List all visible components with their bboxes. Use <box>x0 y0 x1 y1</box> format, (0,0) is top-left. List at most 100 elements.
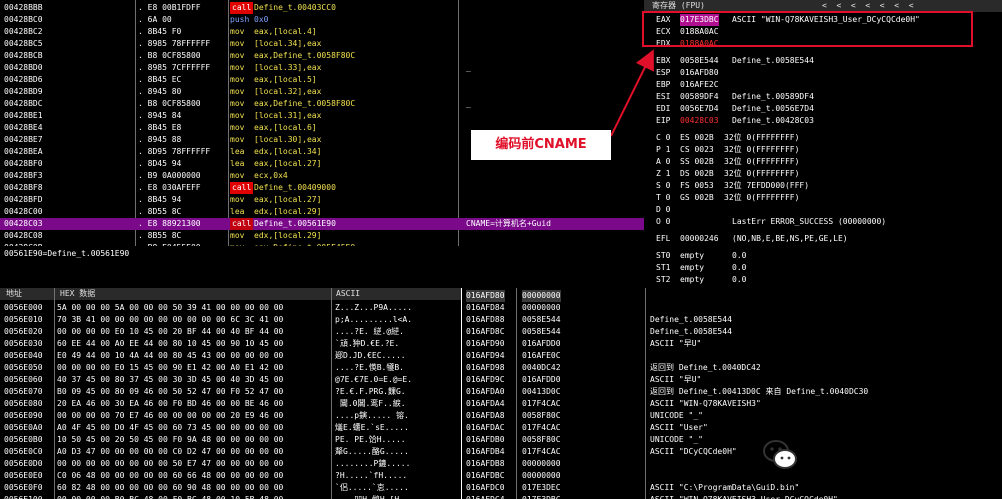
register-row[interactable]: EDI 0056E7D4 Define_t.0056E7D4 <box>644 103 1002 115</box>
register-value[interactable]: 016AFE2C <box>680 79 719 91</box>
stack-row[interactable]: 016AFDC4 017E3DBC ASCII "WIN-Q78KAVEISH3_U… <box>462 494 1002 499</box>
disasm-mnemonic: call <box>230 218 254 230</box>
stack-row[interactable]: 016AFDC0 017E3DEC ASCII "C:\ProgramData\Gu… <box>462 482 1002 494</box>
disasm-row[interactable]: 00428BBB . E8 00B1FDFF Define_t.00403CC0 ca… <box>0 2 644 14</box>
register-row[interactable]: EFL 00000246 (NO,NB,E,BE,NS,PE,GE,LE) <box>644 233 1002 245</box>
disasm-row[interactable]: 00428BC2 . 8B45 F0 eax,[local.4] mov <box>0 26 644 38</box>
register-row[interactable]: Z 1 DS 002B 32位 0(FFFFFFFF) <box>644 168 1002 180</box>
dump-row[interactable]: 0056E040 E0 49 44 00 10 4A 44 00 80 45 43… <box>0 350 461 362</box>
stack-row[interactable]: 016AFD84 00000000 <box>462 302 1002 314</box>
disasm-row[interactable]: 00428BF8 . E8 030AFEFF Define_t.00409000 ca… <box>0 182 644 194</box>
dump-row[interactable]: 0056E0E0 C0 06 48 00 00 00 00 00 60 66 48… <box>0 470 461 482</box>
dump-row[interactable]: 0056E0D0 00 00 00 00 00 00 00 00 50 E7 47… <box>0 458 461 470</box>
register-value[interactable]: SS 002B <box>680 156 714 168</box>
disasm-operand: edx,[local.29] <box>254 231 322 240</box>
register-name: EFL <box>656 234 671 243</box>
register-value[interactable]: 0058E544 <box>680 55 719 67</box>
register-row[interactable]: ST1 empty 0.0 <box>644 262 1002 274</box>
disasm-row[interactable]: 00428C08 . 8B55 8C edx,[local.29] mov <box>0 230 644 242</box>
dump-ascii: ?E.€.F.PRG.餜G. <box>335 387 406 396</box>
dump-row[interactable]: 0056E010 70 3B 41 00 00 00 00 00 00 00 00… <box>0 314 461 326</box>
disasm-row[interactable]: 00428BD9 . 8945 80 [local.32],eax mov <box>0 86 644 98</box>
register-value[interactable]: ES 002B <box>680 132 714 144</box>
register-value[interactable]: 016AFD80 <box>680 67 719 79</box>
disasm-row[interactable]: 00428BC5 . 8985 78FFFFFF [local.34],eax mov <box>0 38 644 50</box>
stack-comment: Define_t.0058E544 <box>650 315 732 324</box>
stack-row[interactable]: 016AFD80 00000000 <box>462 290 1002 302</box>
register-value[interactable]: empty <box>680 262 704 274</box>
register-value[interactable]: CS 0023 <box>680 144 714 156</box>
stack-row[interactable]: 016AFDA8 0058F80C UNICODE "_" <box>462 410 1002 422</box>
dump-row[interactable]: 0056E050 00 00 00 00 E0 15 45 00 90 E1 42… <box>0 362 461 374</box>
dump-row[interactable]: 0056E060 40 37 45 00 80 37 45 00 30 3D 45… <box>0 374 461 386</box>
register-row[interactable]: ESP 016AFD80 <box>644 67 1002 79</box>
stack-row[interactable]: 016AFDA4 017F4CAC ASCII "WIN-Q78KAVEISH3" <box>462 398 1002 410</box>
dump-ascii: Z...Z...P9A..... <box>335 303 413 312</box>
dump-hex: E0 49 44 00 10 4A 44 00 80 45 43 00 00 0… <box>57 351 284 360</box>
disassembly-pane[interactable]: 00428BBB . E8 00B1FDFF Define_t.00403CC0 ca… <box>0 0 644 246</box>
stack-row[interactable]: 016AFD98 0040DC42 返回到 Define_t.0040DC42 <box>462 362 1002 374</box>
stack-row[interactable]: 016AFD8C 0058E544 Define_t.0058E544 <box>462 326 1002 338</box>
disasm-row[interactable]: 00428BCB . B8 0CF85800 eax,Define_t.0058F8… <box>0 50 644 62</box>
disasm-row[interactable]: 00428BDC . B8 0CF85800 eax,Define_t.0058F8… <box>0 98 644 110</box>
register-value[interactable]: GS 002B <box>680 192 714 204</box>
register-value[interactable]: 00000246 <box>680 233 719 245</box>
disasm-row[interactable]: 00428BE1 . 8945 84 [local.31],eax mov <box>0 110 644 122</box>
register-value[interactable]: 00589DF4 <box>680 91 719 103</box>
dump-hex: 40 37 45 00 80 37 45 00 30 3D 45 00 40 3… <box>57 375 284 384</box>
register-value[interactable]: empty <box>680 274 704 286</box>
disasm-row[interactable]: 00428BD0 . 8985 7CFFFFFF [local.33],eax _ mo… <box>0 62 644 74</box>
dump-row[interactable]: 0056E090 00 00 00 00 70 E7 46 00 00 00 00… <box>0 410 461 422</box>
stack-row[interactable]: 016AFD9C 016AFDD0 ASCII "早U" <box>462 374 1002 386</box>
dump-row[interactable]: 0056E0C0 A0 D3 47 00 00 00 00 00 C0 D2 47… <box>0 446 461 458</box>
register-row[interactable]: EBP 016AFE2C <box>644 79 1002 91</box>
dump-row[interactable]: 0056E080 20 EA 46 00 30 EA 46 00 F0 BD 46… <box>0 398 461 410</box>
register-row[interactable]: P 1 CS 0023 32位 0(FFFFFFFF) <box>644 144 1002 156</box>
dump-row[interactable]: 0056E0F0 60 82 48 00 00 00 00 00 60 90 48… <box>0 482 461 494</box>
register-row[interactable]: ST0 empty 0.0 <box>644 250 1002 262</box>
register-row[interactable]: EBX 0058E544 Define_t.0058E544 <box>644 55 1002 67</box>
disasm-address: 00428BEA <box>4 147 43 156</box>
dump-col-ascii[interactable]: ASCII <box>336 288 360 300</box>
hex-dump-pane[interactable]: 地址 HEX 数据 ASCII 0056E000 5A 00 00 00 5A 0… <box>0 288 461 499</box>
disasm-row[interactable]: 00428BD6 . 8B45 EC eax,[local.5] mov <box>0 74 644 86</box>
disasm-row[interactable]: 00428BC0 . 6A 00 0x0 push <box>0 14 644 26</box>
dump-row[interactable]: 0056E030 60 EE 44 00 A0 EE 44 00 80 10 45… <box>0 338 461 350</box>
register-row[interactable]: D 0 <box>644 204 1002 216</box>
dump-row[interactable]: 0056E0B0 10 50 45 00 20 50 45 00 F0 9A 48… <box>0 434 461 446</box>
register-value[interactable]: FS 0053 <box>680 180 714 192</box>
dump-col-hex[interactable]: HEX 数据 <box>60 288 95 300</box>
disasm-operand: [local.33],eax <box>254 63 322 72</box>
disasm-row[interactable]: 00428BFD . 8B45 94 eax,[local.27] mov <box>0 194 644 206</box>
register-row[interactable]: O 0 LastErr ERROR_SUCCESS (00000000) <box>644 216 1002 228</box>
dump-row[interactable]: 0056E000 5A 00 00 00 5A 00 00 00 50 39 41… <box>0 302 461 314</box>
stack-row[interactable]: 016AFD88 0058E544 Define_t.0058E544 <box>462 314 1002 326</box>
register-value[interactable]: 00428C03 <box>680 115 719 127</box>
register-row[interactable]: T 0 GS 002B 32位 0(FFFFFFFF) <box>644 192 1002 204</box>
dump-row[interactable]: 0056E0A0 A0 4F 45 00 D0 4F 45 00 60 73 45… <box>0 422 461 434</box>
dump-col-address[interactable]: 地址 <box>6 288 22 300</box>
stack-row[interactable]: 016AFD90 016AFDD0 ASCII "早U" <box>462 338 1002 350</box>
disasm-row[interactable]: 00428C00 . 8D55 8C edx,[local.29] lea <box>0 206 644 218</box>
register-value[interactable]: empty <box>680 250 704 262</box>
disasm-row[interactable]: 00428BF3 . B9 0A000000 ecx,0x4 mov <box>0 170 644 182</box>
dump-row[interactable]: 0056E100 00 00 00 00 B0 BC 48 00 F0 BC 48… <box>0 494 461 499</box>
disasm-mnemonic: lea <box>230 159 245 168</box>
disasm-operand: [local.31],eax <box>254 111 322 120</box>
register-row[interactable]: S 0 FS 0053 32位 7EFDD000(FFF) <box>644 180 1002 192</box>
dump-ascii: 闒.0闒.鸾F..綟. <box>335 399 406 408</box>
dump-row[interactable]: 0056E070 B0 09 45 00 80 09 46 00 50 52 47… <box>0 386 461 398</box>
dump-row[interactable]: 0056E020 00 00 00 00 E0 10 45 00 20 BF 44… <box>0 326 461 338</box>
register-value[interactable]: 0056E7D4 <box>680 103 719 115</box>
disasm-operand: 0x0 <box>254 15 269 24</box>
stack-row[interactable]: 016AFDA0 00413D0C 返回到 Define_t.00413D0C 来自… <box>462 386 1002 398</box>
disasm-hex: . 8D95 78FFFFFF <box>138 147 211 156</box>
register-value[interactable]: DS 002B <box>680 168 714 180</box>
stack-row[interactable]: 016AFD94 016AFE0C <box>462 350 1002 362</box>
register-row[interactable]: A 0 SS 002B 32位 0(FFFFFFFF) <box>644 156 1002 168</box>
register-row[interactable]: ESI 00589DF4 Define_t.00589DF4 <box>644 91 1002 103</box>
register-row[interactable]: EIP 00428C03 Define_t.00428C03 <box>644 115 1002 127</box>
register-row[interactable]: C 0 ES 002B 32位 0(FFFFFFFF) <box>644 132 1002 144</box>
disasm-row[interactable]: 00428C03 . E8 88921300 Define_t.00561E90 CN… <box>0 218 644 230</box>
register-row[interactable]: ST2 empty 0.0 <box>644 274 1002 286</box>
